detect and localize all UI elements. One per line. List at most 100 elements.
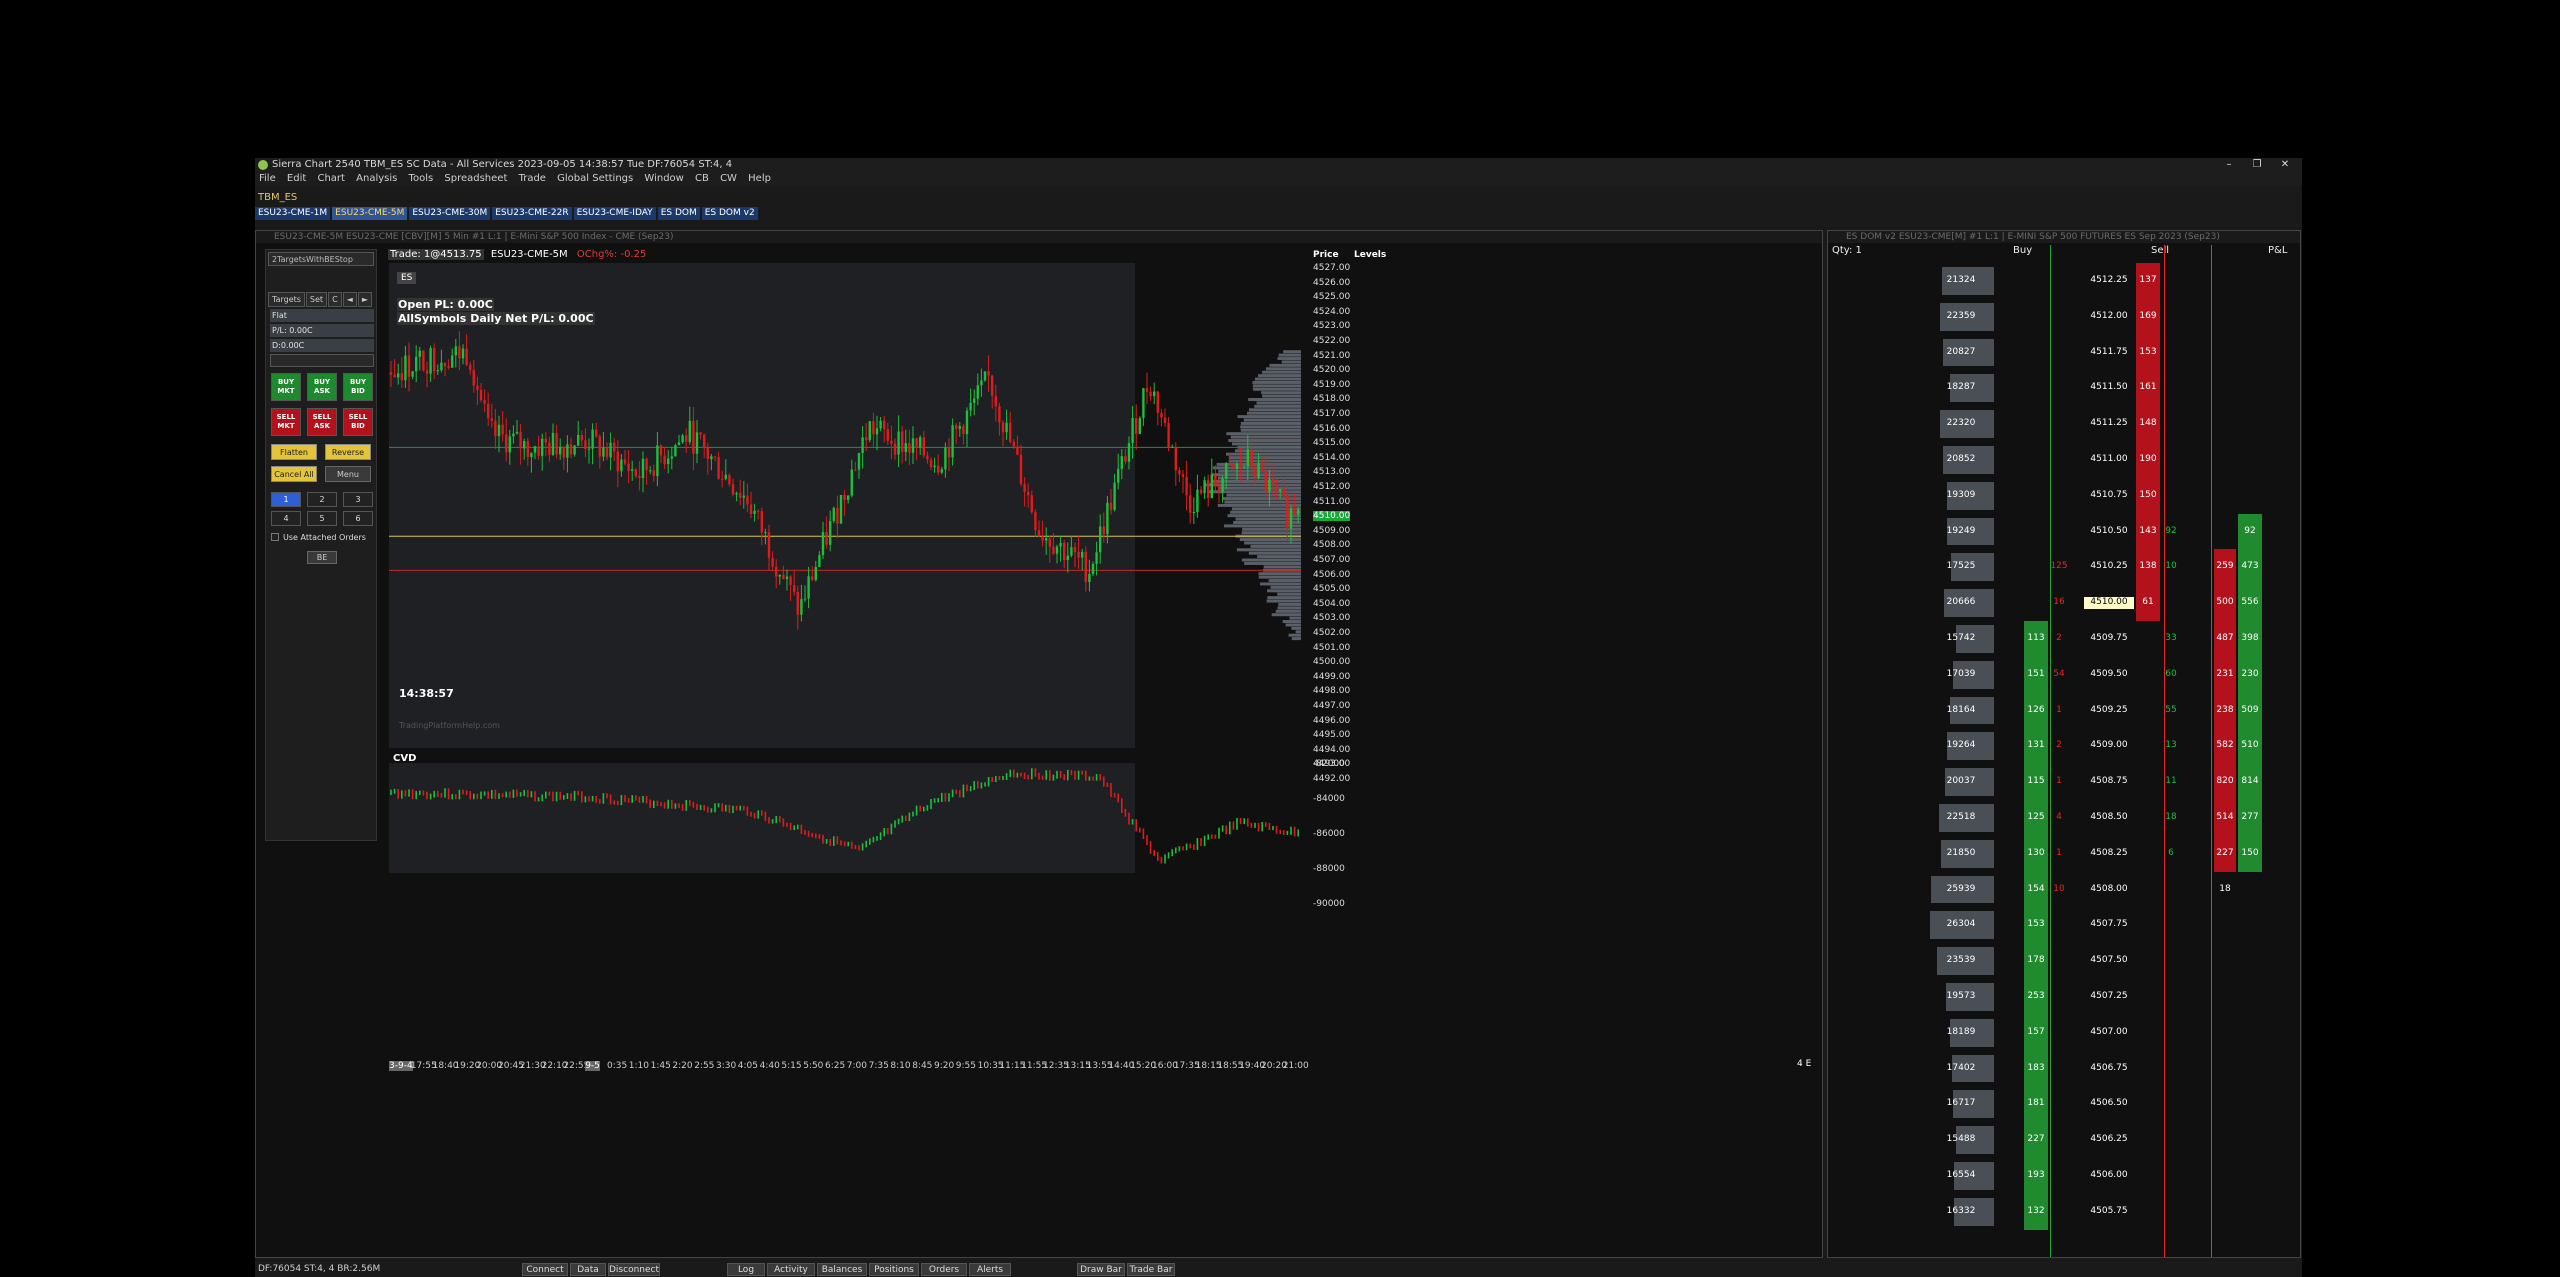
dom-row[interactable]: 18287 4511.50 161	[1828, 370, 2302, 407]
tab-6[interactable]: ES DOM v2	[701, 207, 758, 220]
dom-row[interactable]: 19573 253 4507.25	[1828, 979, 2302, 1015]
buy-market-button[interactable]: BUY MKT	[271, 373, 301, 401]
dom-row[interactable]: 26304 153 4507.75	[1828, 907, 2302, 944]
menu-trade[interactable]: Trade	[519, 173, 546, 184]
draw-bar-button[interactable]: Draw Bar	[1077, 1263, 1125, 1276]
buy-ask-button[interactable]: BUY ASK	[307, 373, 337, 401]
menu-cb[interactable]: CB	[695, 173, 709, 184]
dom-row[interactable]: 21324 4512.25 137	[1828, 263, 2302, 299]
dom-row[interactable]: 20852 4511.00 190	[1828, 442, 2302, 478]
dom-row[interactable]: 22518 125 4 4508.50 18 514 277	[1828, 800, 2302, 836]
tab-3[interactable]: ESU23-CME-22R	[492, 207, 572, 220]
close-button[interactable]: ✕	[2273, 158, 2297, 172]
data-button[interactable]: Data	[570, 1263, 606, 1276]
log-button[interactable]: Log	[727, 1263, 765, 1276]
qty-5-button[interactable]: 5	[307, 511, 337, 526]
alerts-button[interactable]: Alerts	[969, 1263, 1011, 1276]
dom-ask-size: 169	[2136, 298, 2160, 335]
dom-pl-sell: 18	[2219, 883, 2231, 894]
menu-file[interactable]: File	[259, 173, 276, 184]
dom-row[interactable]: 21850 130 1 4508.25 6 227 150	[1828, 835, 2302, 872]
menu-edit[interactable]: Edit	[287, 173, 306, 184]
reverse-button[interactable]: Reverse	[325, 444, 371, 460]
tab-c[interactable]: C	[328, 292, 342, 307]
sell-market-button[interactable]: SELL MKT	[271, 408, 301, 436]
dom-row[interactable]: 19309 4510.75 150	[1828, 477, 2302, 514]
dom-row[interactable]: 20666 16 4510.00 61 500 556	[1828, 585, 2302, 621]
candle-body	[555, 432, 558, 455]
menu-global-settings[interactable]: Global Settings	[557, 173, 633, 184]
sell-bid-button[interactable]: SELL BID	[343, 408, 373, 436]
dom-bid-size: 130	[2024, 835, 2048, 872]
tab-0[interactable]: ESU23-CME-1M	[255, 207, 331, 220]
tab-set[interactable]: Set	[305, 292, 328, 307]
price-chart[interactable]	[389, 263, 1301, 748]
price-tick-label: 4517.00	[1313, 409, 1351, 419]
cvd-chart[interactable]	[389, 763, 1301, 873]
maximize-button[interactable]: ❐	[2245, 158, 2269, 172]
dom-row[interactable]: 17525 125 4510.25 138 10 259 473	[1828, 549, 2302, 586]
dom-row[interactable]: 15488 227 4506.25	[1828, 1122, 2302, 1158]
dom-row[interactable]: 23539 178 4507.50	[1828, 943, 2302, 979]
dom-row[interactable]: 20037 115 1 4508.75 11 820 814	[1828, 764, 2302, 800]
activity-button[interactable]: Activity	[767, 1263, 815, 1276]
tab-prev-arrow[interactable]: ◄	[342, 292, 357, 307]
menu-cw[interactable]: CW	[720, 173, 737, 184]
sell-ask-button[interactable]: SELL ASK	[307, 408, 337, 436]
connect-button[interactable]: Connect	[522, 1263, 568, 1276]
chart-header: Trade: 1@4513.75 ESU23-CME-5M OChg%: -0.…	[388, 249, 646, 260]
tab-2[interactable]: ESU23-CME-30M	[409, 207, 491, 220]
candle-body	[497, 424, 501, 437]
candle-body	[587, 448, 591, 450]
cancel-all-button[interactable]: Cancel All	[271, 466, 317, 482]
trade-bar-button[interactable]: Trade Bar	[1127, 1263, 1175, 1276]
qty-4-button[interactable]: 4	[271, 511, 301, 526]
dom-row[interactable]: 16717 181 4506.50	[1828, 1086, 2302, 1123]
minimize-button[interactable]: –	[2217, 158, 2241, 172]
qty-2-button[interactable]: 2	[307, 492, 337, 507]
menu-help[interactable]: Help	[748, 173, 771, 184]
dom-row[interactable]: 18164 126 1 4509.25 55 238 509	[1828, 692, 2302, 729]
menu-spreadsheet[interactable]: Spreadsheet	[444, 173, 507, 184]
account-dropdown[interactable]	[270, 354, 374, 367]
dom-row[interactable]: 20827 4511.75 153	[1828, 334, 2302, 371]
strategy-dropdown[interactable]: 2TargetsWithBEStop	[268, 252, 374, 266]
qty-3-button[interactable]: 3	[343, 492, 373, 507]
balances-button[interactable]: Balances	[817, 1263, 867, 1276]
orders-button[interactable]: Orders	[921, 1263, 967, 1276]
candle-body	[1131, 418, 1134, 444]
dom-row[interactable]: 16554 193 4506.00	[1828, 1158, 2302, 1194]
tab-targets[interactable]: Targets	[268, 292, 305, 307]
dom-row[interactable]: 17402 183 4506.75	[1828, 1050, 2302, 1087]
dom-row[interactable]: 19264 131 2 4509.00 13 582 510	[1828, 728, 2302, 765]
tab-next-arrow[interactable]: ►	[357, 292, 372, 307]
volume-profile-bar	[1257, 555, 1301, 559]
dom-row[interactable]: 18189 157 4507.00	[1828, 1014, 2302, 1051]
dom-row[interactable]: 19249 4510.50 143 92 92	[1828, 513, 2302, 550]
flatten-button[interactable]: Flatten	[271, 444, 317, 460]
volume-profile-bar	[1269, 363, 1301, 367]
dom-row[interactable]: 16332 132 4505.75	[1828, 1193, 2302, 1230]
menu-analysis[interactable]: Analysis	[356, 173, 397, 184]
positions-button[interactable]: Positions	[869, 1263, 919, 1276]
qty-6-button[interactable]: 6	[343, 511, 373, 526]
candle-body	[850, 469, 853, 496]
menu-window[interactable]: Window	[644, 173, 683, 184]
disconnect-button[interactable]: Disconnect	[608, 1263, 660, 1276]
qty-1-button[interactable]: 1	[271, 492, 301, 507]
tab-5[interactable]: ES DOM	[657, 207, 700, 220]
tab-1[interactable]: ESU23-CME-5M	[332, 207, 408, 220]
attached-orders-checkbox[interactable]: Use Attached Orders	[271, 533, 366, 542]
menu-button[interactable]: Menu	[325, 466, 371, 482]
menu-chart[interactable]: Chart	[317, 173, 344, 184]
dom-row[interactable]: 22320 4511.25 148	[1828, 406, 2302, 442]
menu-tools[interactable]: Tools	[409, 173, 434, 184]
buy-bid-button[interactable]: BUY BID	[343, 373, 373, 401]
breakeven-button[interactable]: BE	[307, 551, 337, 564]
dom-row[interactable]: 22359 4512.00 169	[1828, 298, 2302, 335]
dom-row[interactable]: 17039 151 54 4509.50 60 231 230	[1828, 656, 2302, 693]
tab-4[interactable]: ESU23-CME-IDAY	[573, 207, 656, 220]
dom-price: 4506.50	[2090, 1098, 2128, 1109]
dom-row[interactable]: 15742 113 2 4509.75 33 487 398	[1828, 621, 2302, 657]
dom-row[interactable]: 25939 154 10 4508.00 18	[1828, 871, 2302, 908]
